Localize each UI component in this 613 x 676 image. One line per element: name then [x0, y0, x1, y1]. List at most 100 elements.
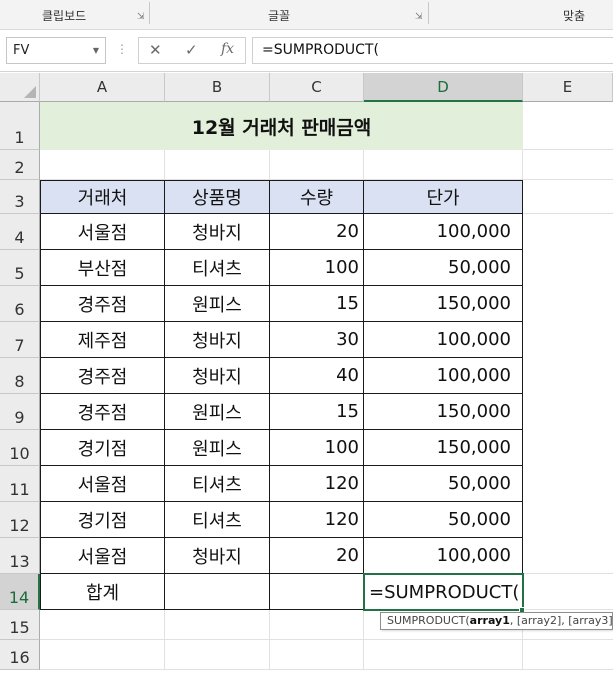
data-cell-product[interactable]: 티셔츠	[164, 249, 270, 286]
chevron-down-icon[interactable]: ▼	[93, 46, 99, 55]
row-header-13[interactable]: 13	[0, 538, 40, 574]
data-cell-quantity[interactable]: 100	[269, 249, 364, 286]
enter-icon[interactable]: ✓	[185, 41, 198, 59]
data-cell-product[interactable]: 원피스	[164, 393, 270, 430]
data-cell-unit-price[interactable]: 100,000	[363, 321, 523, 358]
data-cell-quantity[interactable]: 15	[269, 285, 364, 322]
column-header-b[interactable]: B	[165, 73, 270, 102]
column-header-d[interactable]: D	[364, 73, 523, 102]
data-cell-unit-price[interactable]: 100,000	[363, 357, 523, 394]
data-cell-unit-price[interactable]: 150,000	[363, 429, 523, 466]
row-header-1[interactable]: 1	[0, 102, 40, 150]
data-cell-quantity[interactable]: 15	[269, 393, 364, 430]
tooltip-current-argument[interactable]: array1	[470, 614, 510, 627]
select-all-corner[interactable]	[0, 73, 40, 102]
data-cell-store[interactable]: 경기점	[40, 429, 165, 466]
row-header-6[interactable]: 6	[0, 286, 40, 322]
data-cell-quantity[interactable]: 120	[269, 465, 364, 502]
column-header-e[interactable]: E	[523, 73, 613, 102]
total-empty-cell[interactable]	[269, 573, 364, 610]
gridline	[40, 669, 613, 670]
header-cell-product[interactable]: 상품명	[164, 180, 270, 214]
gridline	[164, 610, 165, 670]
data-cell-product[interactable]: 원피스	[164, 429, 270, 466]
data-cell-store[interactable]: 경주점	[40, 285, 165, 322]
row-header-11[interactable]: 11	[0, 466, 40, 502]
row-header-2[interactable]: 2	[0, 150, 40, 180]
data-cell-store[interactable]: 서울점	[40, 465, 165, 502]
row-header-8[interactable]: 8	[0, 358, 40, 394]
data-cell-quantity[interactable]: 20	[269, 537, 364, 574]
data-cell-product[interactable]: 티셔츠	[164, 465, 270, 502]
gridline	[363, 610, 364, 670]
data-cell-store[interactable]: 부산점	[40, 249, 165, 286]
header-cell-quantity[interactable]: 수량	[269, 180, 364, 214]
row-header-12[interactable]: 12	[0, 502, 40, 538]
formula-input[interactable]: =SUMPRODUCT(	[252, 37, 613, 64]
total-label-cell[interactable]: 합계	[40, 573, 165, 610]
cancel-icon[interactable]: ✕	[149, 41, 162, 59]
name-box[interactable]: FV ▼	[6, 37, 106, 64]
data-cell-product[interactable]: 티셔츠	[164, 501, 270, 538]
row-header-5[interactable]: 5	[0, 250, 40, 286]
font-launcher-icon[interactable]: ⇲	[415, 13, 423, 22]
data-cell-unit-price[interactable]: 100,000	[363, 537, 523, 574]
gridline	[269, 610, 270, 670]
sheet-title-cell[interactable]: 12월 거래처 판매금액	[40, 102, 523, 150]
data-cell-product[interactable]: 원피스	[164, 285, 270, 322]
row-header-7[interactable]: 7	[0, 322, 40, 358]
gridline	[363, 150, 364, 180]
formula-text: =SUMPRODUCT(	[262, 42, 379, 58]
row-header-16[interactable]: 16	[0, 640, 40, 670]
gridline	[523, 213, 613, 214]
active-cell-d14[interactable]: =SUMPRODUCT(	[363, 573, 524, 611]
column-header-c[interactable]: C	[270, 73, 364, 102]
gridline	[40, 639, 613, 640]
header-cell-store[interactable]: 거래처	[40, 180, 165, 214]
total-empty-cell[interactable]	[164, 573, 270, 610]
gridline	[523, 573, 613, 574]
row-header-10[interactable]: 10	[0, 430, 40, 466]
insert-function-icon[interactable]: fx	[221, 41, 234, 57]
data-cell-product[interactable]: 청바지	[164, 321, 270, 358]
header-cell-unit-price[interactable]: 단가	[363, 180, 523, 214]
function-argument-tooltip[interactable]: SUMPRODUCT(array1, [array2], [array3], .…	[380, 612, 613, 630]
data-cell-store[interactable]: 서울점	[40, 537, 165, 574]
data-cell-quantity[interactable]: 40	[269, 357, 364, 394]
group-separator	[149, 2, 150, 24]
data-cell-store[interactable]: 경주점	[40, 357, 165, 394]
data-cell-quantity[interactable]: 30	[269, 321, 364, 358]
data-cell-store[interactable]: 경기점	[40, 501, 165, 538]
data-cell-quantity[interactable]: 120	[269, 501, 364, 538]
data-cell-unit-price[interactable]: 100,000	[363, 213, 523, 250]
data-cell-unit-price[interactable]: 50,000	[363, 465, 523, 502]
data-cell-product[interactable]: 청바지	[164, 213, 270, 250]
gridline	[523, 179, 613, 180]
column-header-a[interactable]: A	[40, 73, 165, 102]
clipboard-launcher-icon[interactable]: ⇲	[137, 13, 145, 22]
data-cell-product[interactable]: 청바지	[164, 537, 270, 574]
data-cell-unit-price[interactable]: 50,000	[363, 501, 523, 538]
data-cell-store[interactable]: 서울점	[40, 213, 165, 250]
data-cell-store[interactable]: 제주점	[40, 321, 165, 358]
data-cell-quantity[interactable]: 20	[269, 213, 364, 250]
font-group-label: 글꼴	[268, 9, 291, 23]
row-header-15[interactable]: 15	[0, 610, 40, 640]
alignment-group-label: 맞춤	[563, 9, 586, 23]
row-header-4[interactable]: 4	[0, 214, 40, 250]
row-header-9[interactable]: 9	[0, 394, 40, 430]
tooltip-function-name: SUMPRODUCT(	[387, 614, 470, 627]
gridline	[269, 150, 270, 180]
data-cell-store[interactable]: 경주점	[40, 393, 165, 430]
row-header-14[interactable]: 14	[0, 574, 40, 610]
data-cell-unit-price[interactable]: 50,000	[363, 249, 523, 286]
data-cell-unit-price[interactable]: 150,000	[363, 393, 523, 430]
name-box-value: FV	[13, 43, 30, 58]
more-options-icon[interactable]: ⋮	[116, 42, 128, 56]
row-header-3[interactable]: 3	[0, 180, 40, 214]
formula-bar: FV ▼ ⋮ ✕ ✓ fx =SUMPRODUCT(	[0, 30, 613, 72]
data-cell-quantity[interactable]: 100	[269, 429, 364, 466]
data-cell-unit-price[interactable]: 150,000	[363, 285, 523, 322]
data-cell-product[interactable]: 청바지	[164, 357, 270, 394]
group-separator	[428, 2, 429, 24]
